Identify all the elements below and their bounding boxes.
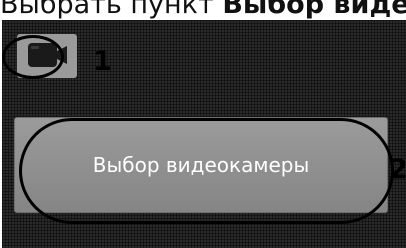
caption-regular-text: Выбрать пункт xyxy=(0,0,223,20)
caption-bold-text: Выбор видео xyxy=(222,0,406,20)
callout-number-2: 2 xyxy=(389,154,406,185)
instruction-caption: Выбрать пункт Выбор видео xyxy=(0,0,406,22)
annotation-circle-1 xyxy=(2,35,64,79)
annotation-circle-2 xyxy=(19,118,394,224)
camera-panel: Выбор видеокамеры xyxy=(2,20,406,248)
callout-number-1: 1 xyxy=(93,46,112,77)
